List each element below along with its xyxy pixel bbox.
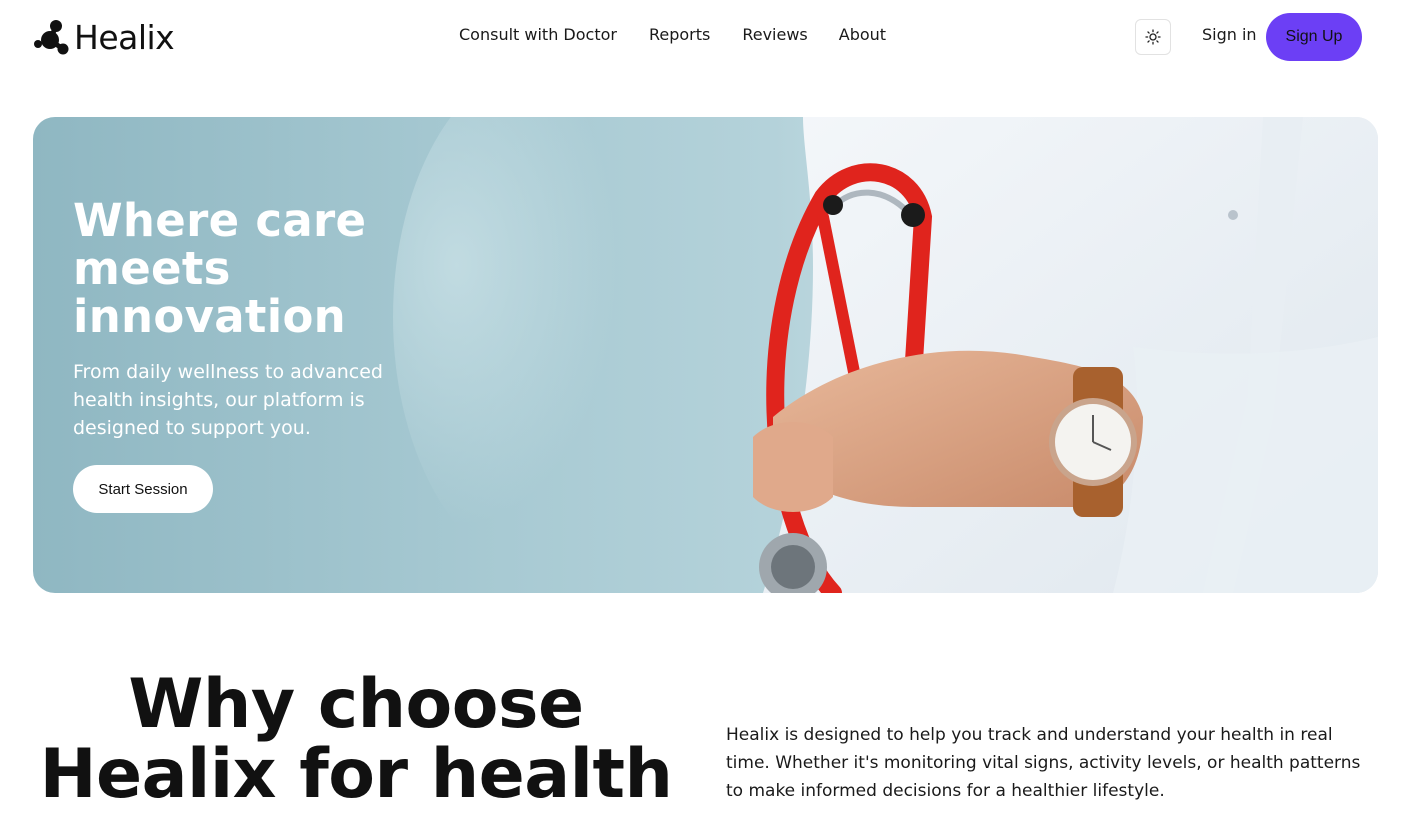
- nav-link-reviews[interactable]: Reviews: [742, 25, 807, 44]
- why-section-title: Why choose Healix for health: [39, 665, 673, 814]
- nav-link-consult[interactable]: Consult with Doctor: [459, 25, 617, 44]
- brand-name: Healix: [74, 17, 175, 57]
- nav-link-about[interactable]: About: [839, 25, 886, 44]
- hero-title: Where care meets innovation: [73, 194, 367, 343]
- nav-link-reports[interactable]: Reports: [649, 25, 710, 44]
- sun-icon: [1145, 29, 1161, 45]
- hero-subtitle: From daily wellness to advanced health i…: [73, 361, 383, 439]
- brand-logo[interactable]: Healix: [32, 17, 175, 57]
- start-session-button[interactable]: Start Session: [73, 465, 213, 513]
- signup-button[interactable]: Sign Up: [1266, 13, 1362, 61]
- signin-link[interactable]: Sign in: [1202, 25, 1257, 44]
- top-navbar: Healix Consult with Doctor Reports Revie…: [0, 0, 1418, 74]
- doctor-with-stethoscope-photo: [393, 117, 1378, 593]
- theme-toggle-button[interactable]: [1135, 19, 1171, 55]
- hero-banner: Where care meets innovation From daily w…: [33, 117, 1378, 593]
- main-nav: Consult with Doctor Reports Reviews Abou…: [459, 25, 886, 44]
- molecule-logo-icon: [34, 20, 69, 55]
- why-section-text: Healix is designed to help you track and…: [726, 725, 1361, 801]
